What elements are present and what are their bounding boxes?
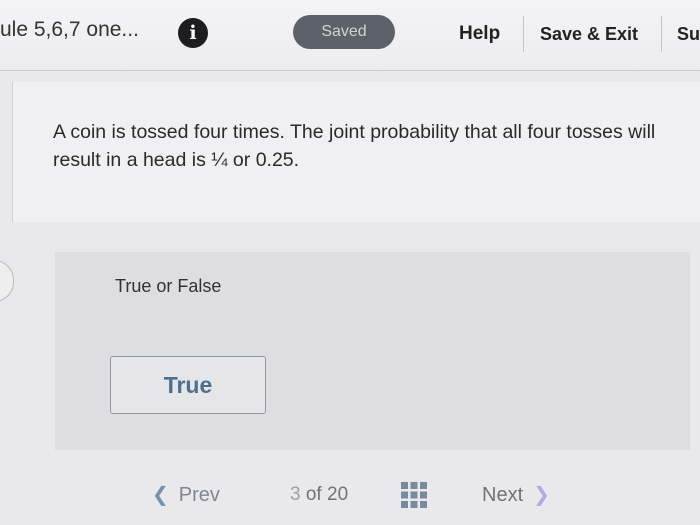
true-option-button[interactable]: True [110, 356, 266, 414]
question-card: A coin is tossed four times. The joint p… [12, 82, 700, 222]
prev-button[interactable]: ❮ Prev [152, 482, 220, 507]
page-counter: 3 of 20 [290, 484, 348, 506]
saved-status-badge: Saved [293, 15, 395, 49]
divider [661, 16, 662, 52]
total-pages: 20 [327, 484, 349, 505]
next-button[interactable]: Next ❯ [482, 482, 550, 507]
save-exit-button[interactable]: Save & Exit [540, 24, 638, 45]
next-label: Next [482, 484, 524, 506]
divider [523, 16, 524, 52]
question-text: A coin is tossed four times. The joint p… [53, 121, 656, 171]
top-bar: ule 5,6,7 one... i Saved Help Save & Exi… [0, 0, 700, 71]
help-link[interactable]: Help [459, 23, 500, 45]
answer-type-label: True or False [115, 276, 222, 296]
prev-label: Prev [178, 484, 220, 506]
grid-icon[interactable] [400, 481, 428, 509]
of-label: of [305, 484, 322, 505]
submit-button[interactable]: Su [677, 24, 700, 45]
chevron-right-icon: ❯ [533, 484, 550, 506]
answer-panel: True or False True [55, 252, 690, 450]
side-tab-handle[interactable] [0, 260, 14, 302]
current-page: 3 [290, 484, 301, 505]
module-title: ule 5,6,7 one... [0, 18, 139, 41]
info-icon[interactable]: i [178, 18, 208, 48]
chevron-left-icon: ❮ [152, 484, 169, 506]
